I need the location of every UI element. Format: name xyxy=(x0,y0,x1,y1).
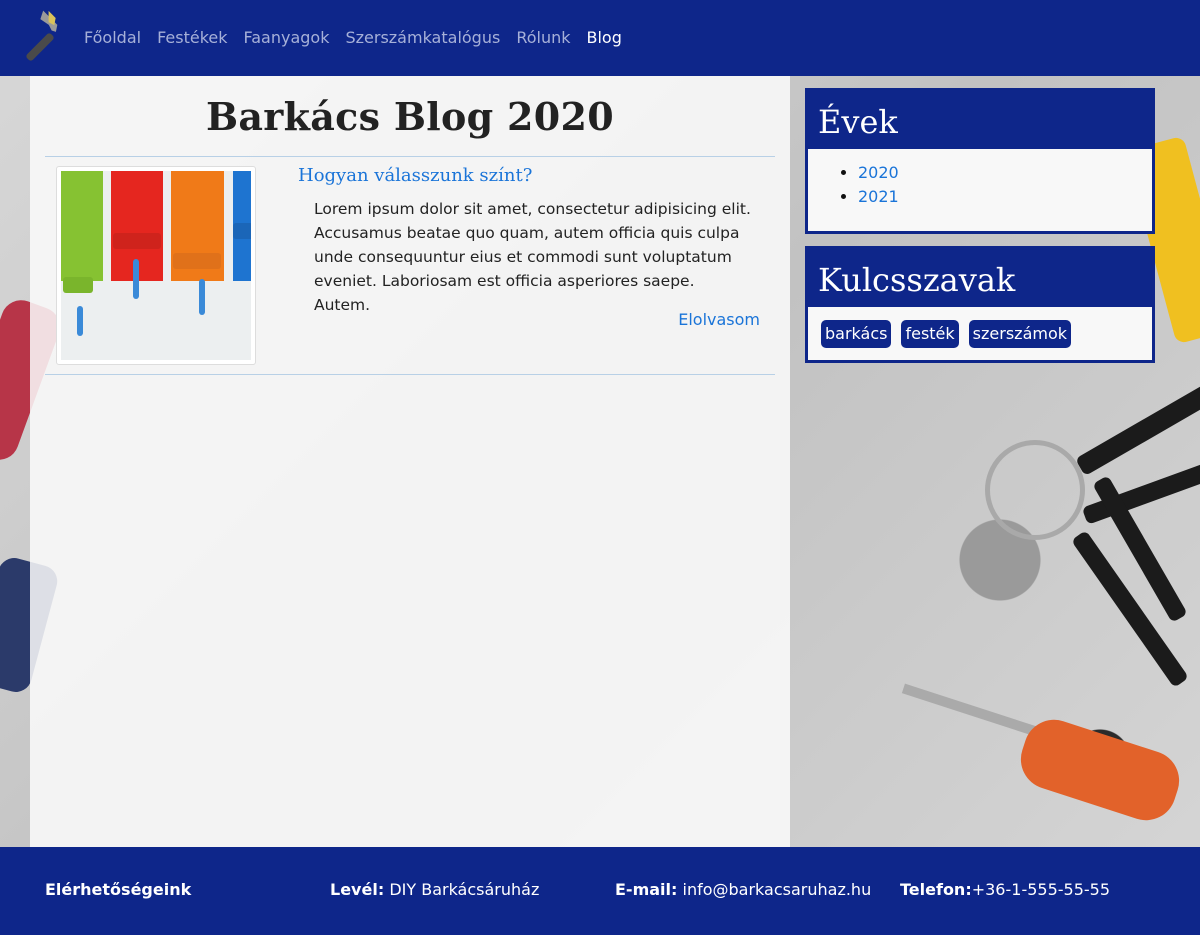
main-nav: Főoldal Festékek Faanyagok Szerszámkatal… xyxy=(84,0,622,76)
blog-post: Hogyan válasszunk színt? Lorem ipsum dol… xyxy=(45,156,775,375)
footer-mail-label: Levél: xyxy=(330,880,385,899)
tag-szerszamok[interactable]: szerszámok xyxy=(968,320,1072,348)
nav-item-home[interactable]: Főoldal xyxy=(84,0,141,76)
footer-phone-label: Telefon: xyxy=(900,880,972,899)
footer-phone: Telefon:+36-1-555-55-55 xyxy=(900,880,1110,899)
nav-item-about[interactable]: Rólunk xyxy=(516,0,570,76)
list-item: 2021 xyxy=(858,185,1152,209)
footer: Elérhetőségeink Levél: DIY Barkácsáruház… xyxy=(0,847,1200,935)
year-link-2020[interactable]: 2020 xyxy=(858,163,899,182)
nav-item-blog[interactable]: Blog xyxy=(587,0,622,76)
list-item: 2020 xyxy=(858,161,1152,185)
post-excerpt: Lorem ipsum dolor sit amet, consectetur … xyxy=(314,200,751,314)
years-card-title: Évek xyxy=(808,91,1152,149)
read-more-link[interactable]: Elolvasom xyxy=(678,310,760,329)
years-card: Évek 2020 2021 xyxy=(805,88,1155,234)
nav-item-paints[interactable]: Festékek xyxy=(157,0,227,76)
sidebar: Évek 2020 2021 Kulcsszavak barkács festé… xyxy=(805,88,1155,375)
post-thumbnail[interactable] xyxy=(56,166,256,365)
background-tool xyxy=(985,440,1085,540)
year-link-2021[interactable]: 2021 xyxy=(858,187,899,206)
footer-mail: Levél: DIY Barkácsáruház xyxy=(330,880,539,899)
paint-rollers-image xyxy=(61,171,251,360)
tag-festek[interactable]: festék xyxy=(901,320,959,348)
footer-contacts-title: Elérhetőségeink xyxy=(45,880,191,899)
main-content: Barkács Blog 2020 Hogyan válasszunk szín… xyxy=(30,76,790,847)
footer-email-value[interactable]: info@barkacsaruhaz.hu xyxy=(683,880,872,899)
footer-email: E-mail: info@barkacsaruhaz.hu xyxy=(615,880,871,899)
nav-item-wood[interactable]: Faanyagok xyxy=(244,0,330,76)
years-list: 2020 2021 xyxy=(808,149,1152,231)
hammer-icon[interactable] xyxy=(14,10,70,66)
nav-item-tool-catalog[interactable]: Szerszámkatalógus xyxy=(345,0,500,76)
keywords-card: Kulcsszavak barkács festék szerszámok xyxy=(805,246,1155,363)
footer-mail-value: DIY Barkácsáruház xyxy=(389,880,540,899)
footer-email-label: E-mail: xyxy=(615,880,678,899)
top-navbar: Főoldal Festékek Faanyagok Szerszámkatal… xyxy=(0,0,1200,76)
footer-contacts-heading: Elérhetőségeink xyxy=(45,880,192,899)
post-title-link[interactable]: Hogyan válasszunk színt? xyxy=(298,165,532,186)
page-title: Barkács Blog 2020 xyxy=(205,94,615,139)
tag-barkacs[interactable]: barkács xyxy=(821,320,892,348)
tag-list: barkács festék szerszámok xyxy=(808,307,1152,360)
footer-phone-value[interactable]: +36-1-555-55-55 xyxy=(972,880,1110,899)
keywords-card-title: Kulcsszavak xyxy=(808,249,1152,307)
